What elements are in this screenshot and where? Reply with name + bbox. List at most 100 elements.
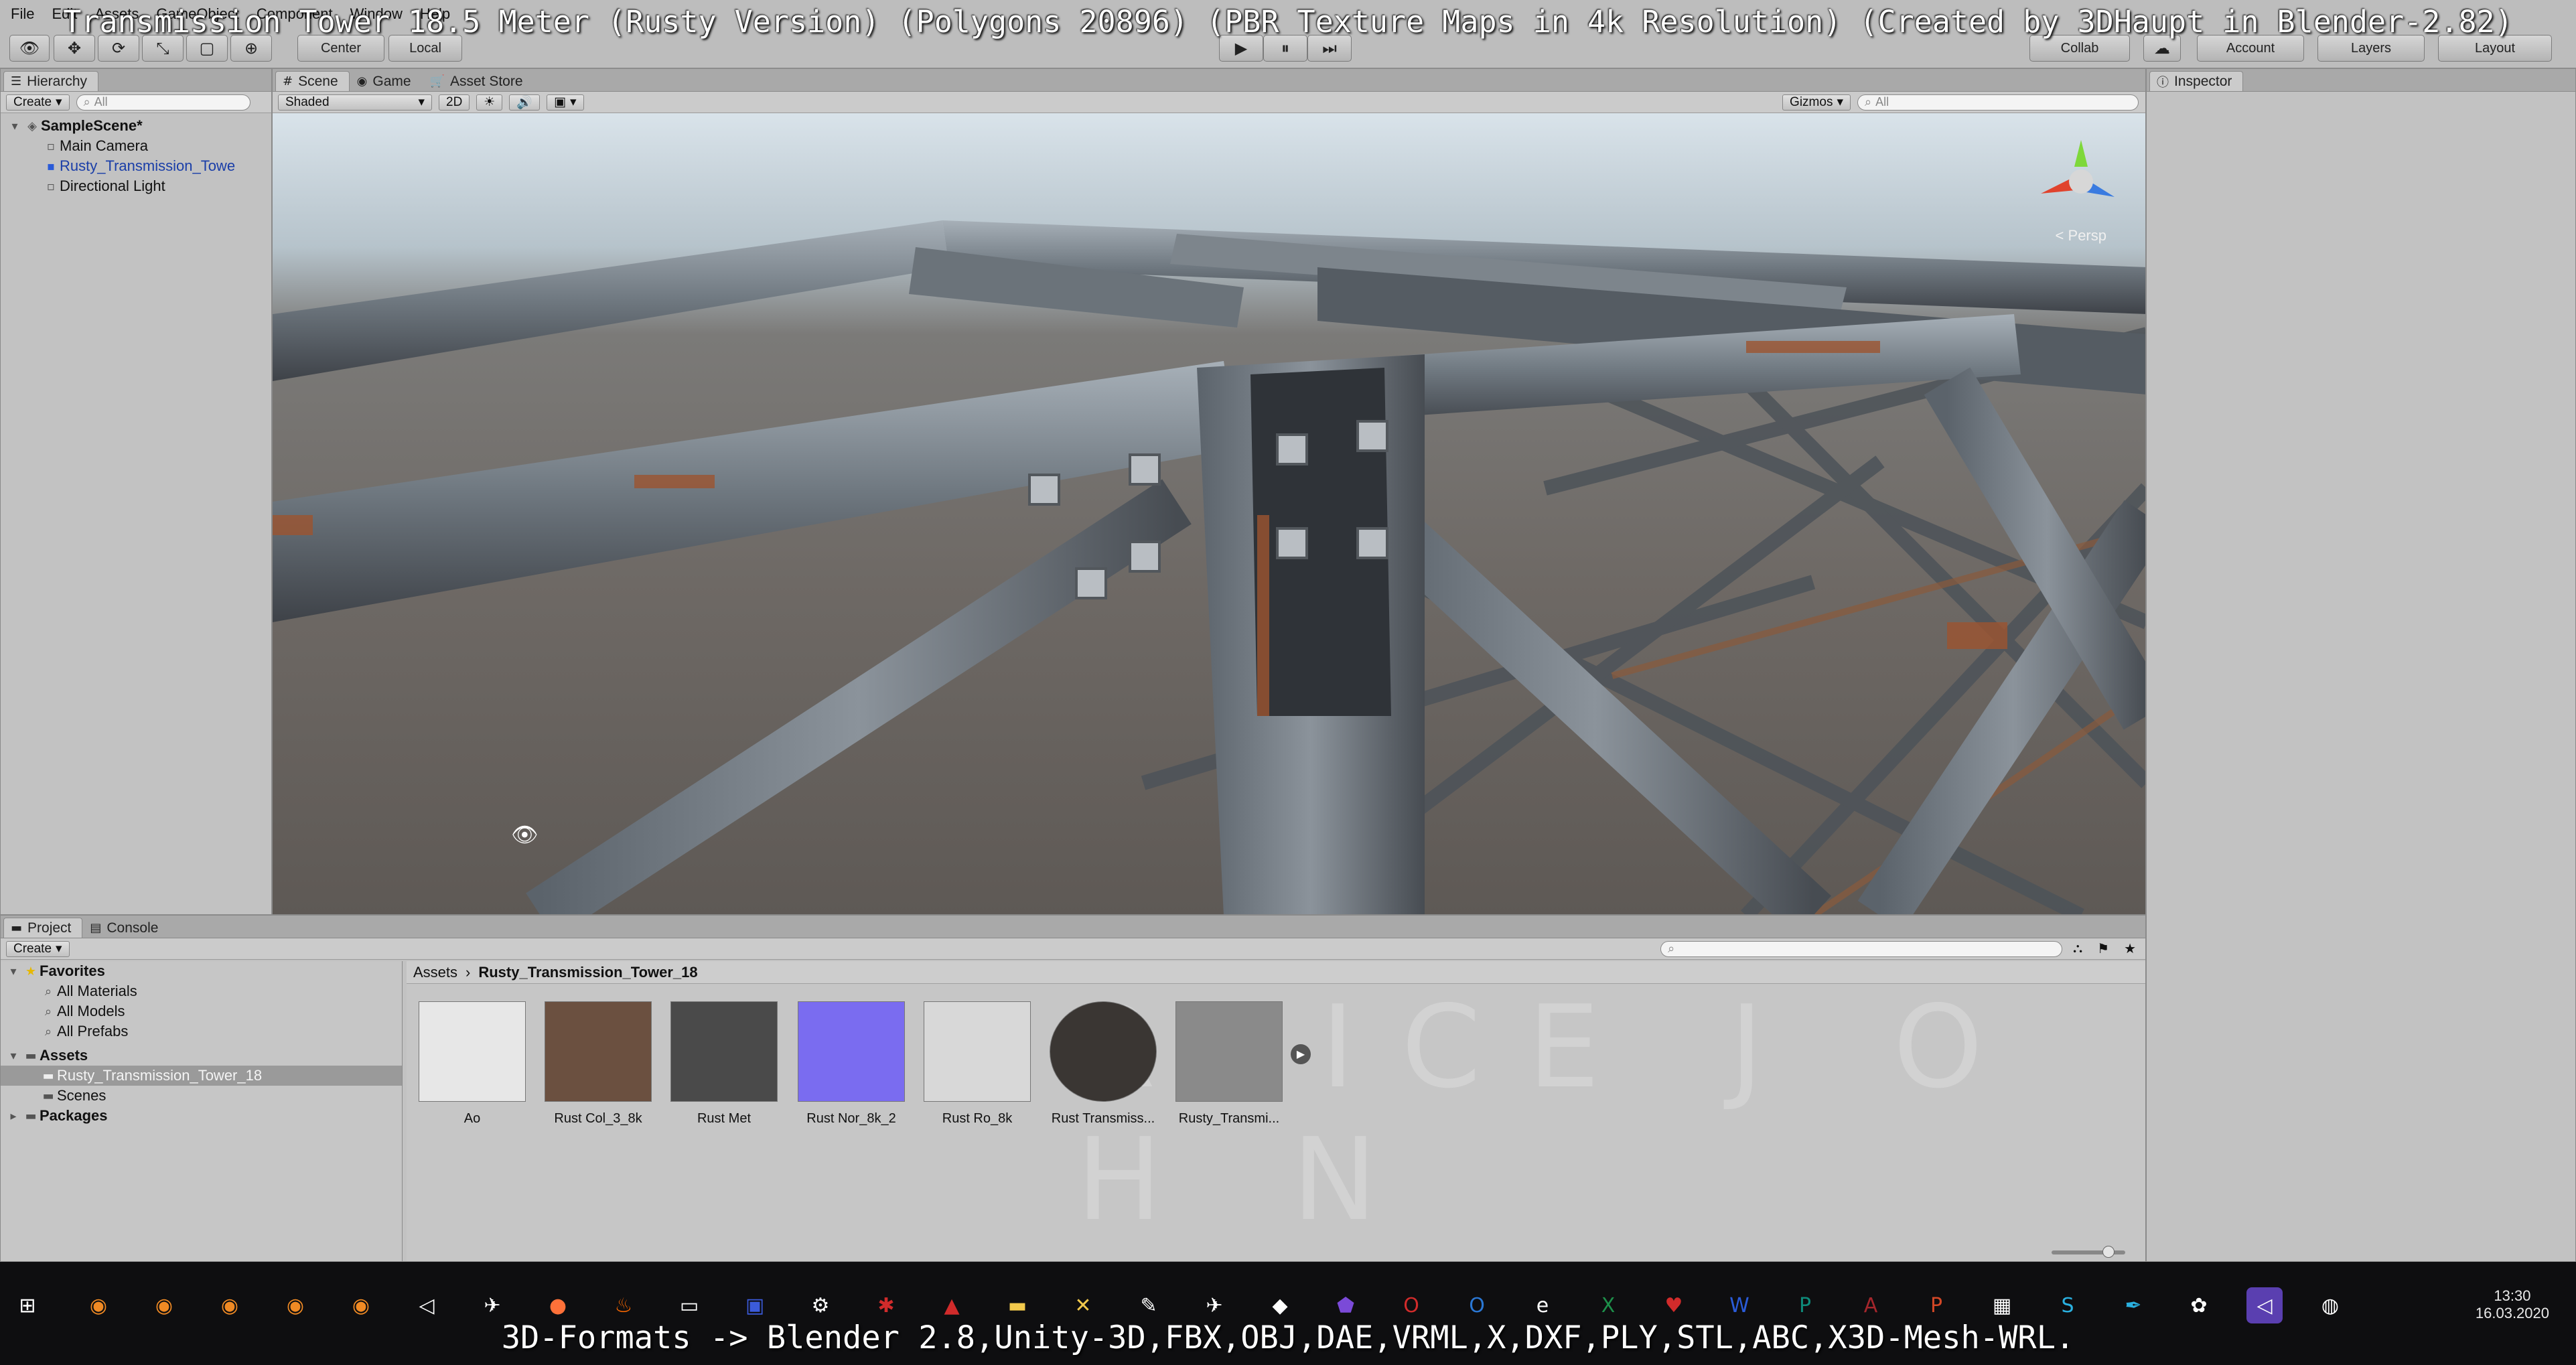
menu-file[interactable]: File xyxy=(7,5,48,23)
layout-dropdown[interactable]: Layout xyxy=(2438,35,2552,62)
menu-assets[interactable]: Assets xyxy=(90,5,152,23)
toggle-2d-button[interactable]: 2D xyxy=(439,94,470,111)
firefox-icon[interactable]: ● xyxy=(540,1287,576,1323)
breadcrumb-item[interactable]: Rusty_Transmission_Tower_18 xyxy=(478,964,697,981)
filter-type-icon[interactable]: ⛬ xyxy=(2069,941,2086,956)
app-icon[interactable]: ⬟ xyxy=(1328,1287,1364,1323)
edge-icon[interactable]: e xyxy=(1524,1287,1561,1323)
asset-thumbnail[interactable]: Ao xyxy=(413,1001,531,1127)
tab-inspector[interactable]: ⓘ Inspector xyxy=(2149,71,2244,91)
audio-toggle[interactable]: 🔊 xyxy=(509,94,541,111)
tab-game[interactable]: ◉ Game xyxy=(350,71,423,91)
tab-console[interactable]: ▤ Console xyxy=(82,918,169,938)
space-toggle[interactable]: Local xyxy=(388,35,462,62)
hierarchy-create-button[interactable]: Create ▾ xyxy=(6,94,70,111)
app-icon[interactable]: ▦ xyxy=(1984,1287,2020,1323)
scene-row[interactable]: ▾ ◈ SampleScene* xyxy=(1,116,271,136)
app-icon[interactable]: ✈ xyxy=(1196,1287,1232,1323)
access-icon[interactable]: A xyxy=(1853,1287,1889,1323)
app-icon[interactable]: ✈ xyxy=(474,1287,510,1323)
tab-scene[interactable]: # Scene xyxy=(275,71,350,91)
asset-thumbnail[interactable]: Rust Col_3_8k xyxy=(539,1001,657,1127)
flame-icon[interactable]: ♨ xyxy=(605,1287,642,1323)
breadcrumb-item[interactable]: Assets xyxy=(413,964,457,981)
collab-dropdown[interactable]: Collab xyxy=(2029,35,2130,62)
app-icon[interactable]: ♥ xyxy=(1656,1287,1692,1323)
blender-icon[interactable]: ◉ xyxy=(343,1287,379,1323)
project-search-input[interactable]: ⌕ xyxy=(1660,940,2063,957)
blender-icon[interactable]: ◉ xyxy=(146,1287,182,1323)
hand-tool-button[interactable]: 👁 xyxy=(9,35,50,62)
powerpoint-icon[interactable]: P xyxy=(1918,1287,1954,1323)
tab-hierarchy[interactable]: ☰ Hierarchy xyxy=(3,71,98,91)
expand-model-icon[interactable]: ▶ xyxy=(1291,1044,1311,1064)
blender-icon[interactable]: ◉ xyxy=(277,1287,313,1323)
asset-folder[interactable]: ▬ Scenes xyxy=(1,1086,402,1106)
unity-hub-icon[interactable]: ◁ xyxy=(409,1287,445,1323)
move-tool-button[interactable]: ✥ xyxy=(54,35,95,62)
folder-icon[interactable]: ▬ xyxy=(999,1287,1035,1323)
save-icon[interactable]: ▣ xyxy=(737,1287,773,1323)
tab-project[interactable]: ▬ Project xyxy=(3,918,83,938)
play-button[interactable]: ▶ xyxy=(1219,35,1263,62)
blender-icon[interactable]: ◉ xyxy=(212,1287,248,1323)
menu-gameobject[interactable]: GameObject xyxy=(152,5,253,23)
thumbnail-size-slider[interactable] xyxy=(2052,1246,2125,1258)
cloud-button[interactable]: ☁ xyxy=(2143,35,2181,62)
favorite-item[interactable]: ⌕ All Models xyxy=(1,1001,402,1021)
favorites-row[interactable]: ▾ ★ Favorites xyxy=(1,961,402,981)
menu-window[interactable]: Window xyxy=(346,5,416,23)
scene-viewport[interactable]: 👁 < Persp xyxy=(273,113,2145,914)
perspective-label[interactable]: < Persp xyxy=(2056,227,2106,244)
favorite-item[interactable]: ⌕ All Materials xyxy=(1,981,402,1001)
pivot-toggle[interactable]: Center xyxy=(297,35,384,62)
outlook-icon[interactable]: O xyxy=(1459,1287,1495,1323)
hierarchy-item-main-camera[interactable]: ▫ Main Camera xyxy=(1,136,271,156)
label-icon[interactable]: ⚑ xyxy=(2093,940,2113,957)
menu-edit[interactable]: Edit xyxy=(48,5,90,23)
menu-help[interactable]: Help xyxy=(416,5,463,23)
skype-icon[interactable]: S xyxy=(2050,1287,2086,1323)
hierarchy-search-input[interactable]: ⌕ All xyxy=(76,94,251,111)
app-icon[interactable]: ✎ xyxy=(1131,1287,1167,1323)
unity-icon[interactable]: ◁ xyxy=(2246,1287,2283,1323)
publisher-icon[interactable]: P xyxy=(1787,1287,1823,1323)
app-icon[interactable]: ✱ xyxy=(868,1287,904,1323)
asset-thumbnail[interactable]: Rust Transmiss... xyxy=(1044,1001,1162,1127)
asset-thumbnail[interactable]: Rust Nor_8k_2 xyxy=(792,1001,910,1127)
effects-dropdown[interactable]: ▣ ▾ xyxy=(547,94,584,111)
asset-folder-selected[interactable]: ▬ Rusty_Transmission_Tower_18 xyxy=(1,1066,402,1086)
scene-search-input[interactable]: ⌕ All xyxy=(1857,94,2139,111)
rect-tool-button[interactable]: ▢ xyxy=(186,35,228,62)
opera-icon[interactable]: O xyxy=(1393,1287,1429,1323)
asset-thumbnail[interactable]: Rusty_Transmi... xyxy=(1170,1001,1288,1127)
account-dropdown[interactable]: Account xyxy=(2197,35,2304,62)
word-icon[interactable]: W xyxy=(1721,1287,1758,1323)
asset-thumbnail[interactable]: Rust Met xyxy=(665,1001,783,1127)
rotate-tool-button[interactable]: ⟳ xyxy=(98,35,139,62)
windows-start-icon[interactable]: ⊞ xyxy=(9,1287,46,1323)
transform-tool-button[interactable]: ⊕ xyxy=(230,35,272,62)
gizmos-dropdown[interactable]: Gizmos ▾ xyxy=(1782,94,1851,111)
tab-asset-store[interactable]: 🛒 Asset Store xyxy=(423,71,534,91)
shading-mode-dropdown[interactable]: Shaded ▾ xyxy=(278,94,432,111)
app-icon[interactable]: ⚙ xyxy=(802,1287,839,1323)
favorite-item[interactable]: ⌕ All Prefabs xyxy=(1,1021,402,1041)
app-icon[interactable]: ◆ xyxy=(1262,1287,1298,1323)
app-icon[interactable]: ✒ xyxy=(2115,1287,2151,1323)
scale-tool-button[interactable]: ⤡ xyxy=(142,35,184,62)
excel-icon[interactable]: X xyxy=(1590,1287,1626,1323)
app-icon[interactable]: ✿ xyxy=(2181,1287,2217,1323)
pause-button[interactable]: ⏸ xyxy=(1263,35,1307,62)
expand-arrow-icon[interactable]: ▾ xyxy=(6,119,23,133)
layers-dropdown[interactable]: Layers xyxy=(2317,35,2425,62)
project-create-button[interactable]: Create ▾ xyxy=(6,940,70,957)
terminal-icon[interactable]: ▭ xyxy=(671,1287,707,1323)
axis-gizmo[interactable] xyxy=(2027,127,2135,227)
system-clock[interactable]: 13:30 16.03.2020 xyxy=(2476,1287,2549,1322)
packages-row[interactable]: ▸ ▬ Packages xyxy=(1,1106,402,1126)
assets-row[interactable]: ▾ ▬ Assets xyxy=(1,1046,402,1066)
pdf-icon[interactable]: ▲ xyxy=(934,1287,970,1323)
expand-arrow-icon[interactable]: ▾ xyxy=(5,964,22,979)
app-icon[interactable]: ✕ xyxy=(1065,1287,1101,1323)
